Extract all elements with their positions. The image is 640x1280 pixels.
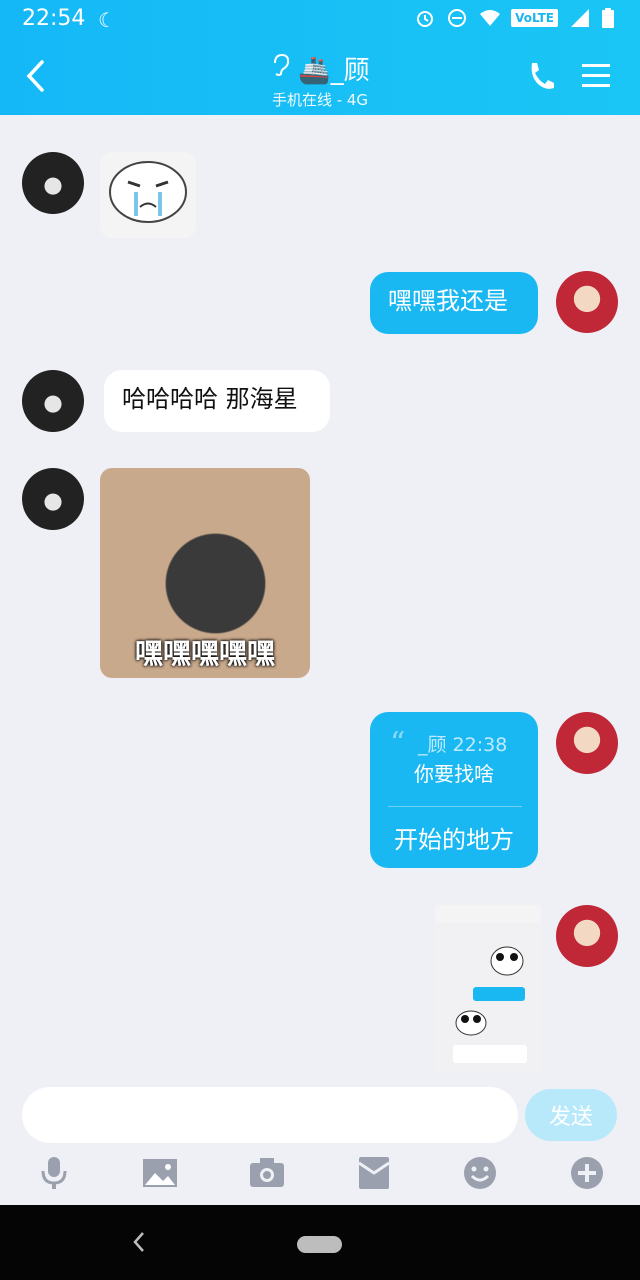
quoted-text: 你要找啥 [414, 762, 494, 786]
battery-icon [602, 8, 622, 28]
nav-back-icon[interactable] [130, 1229, 148, 1255]
status-time: 22:54 [22, 6, 86, 31]
crying-sticker[interactable] [100, 152, 196, 238]
online-status: 手机在线 - 4G [271, 91, 369, 109]
message-bubble[interactable]: 嘿嘿我还是 [370, 272, 538, 334]
camera-icon[interactable] [248, 1155, 286, 1191]
my-avatar[interactable] [556, 712, 618, 774]
contact-avatar[interactable] [22, 152, 84, 214]
contact-avatar[interactable] [22, 468, 84, 530]
moon-icon: ☾ [98, 8, 116, 32]
alarm-icon [415, 8, 435, 28]
signal-icon [570, 8, 590, 28]
quote-reply-bubble[interactable]: “ _顾 22:38 你要找啥 开始的地方 [370, 712, 538, 868]
message-text: 哈哈哈哈 那海星 [122, 385, 298, 413]
system-nav-bar [0, 1205, 640, 1280]
message-list[interactable]: 嘿嘿我还是 哈哈哈哈 那海星 嘿嘿嘿嘿嘿 “ _顾 22:38 你要找啥 开始的… [0, 115, 640, 1073]
menu-icon[interactable] [582, 62, 610, 88]
wifi-icon [479, 8, 501, 28]
my-avatar[interactable] [556, 905, 618, 967]
top-bar: 22:54 ☾ VoLTE 🚢_顾 手机在线 - 4G [0, 0, 640, 115]
chat-title[interactable]: 🚢_顾 [270, 50, 370, 87]
volte-badge: VoLTE [511, 9, 558, 27]
send-button[interactable]: 发送 [525, 1089, 617, 1141]
emoji-icon[interactable] [461, 1155, 499, 1191]
quote-icon: “ [390, 726, 406, 761]
ear-icon [270, 53, 292, 84]
message-text: 嘿嘿我还是 [388, 287, 508, 315]
phone-icon[interactable] [526, 60, 556, 92]
message-text: 开始的地方 [394, 826, 514, 854]
quote-author-time: _顾 22:38 [418, 734, 508, 756]
image-caption: 嘿嘿嘿嘿嘿 [134, 637, 275, 670]
contact-name: 🚢_顾 [298, 56, 370, 86]
nav-home-pill[interactable] [297, 1236, 342, 1253]
message-bubble[interactable]: 哈哈哈哈 那海星 [104, 370, 330, 432]
red-packet-icon[interactable] [355, 1155, 393, 1191]
screenshot-image[interactable] [435, 905, 541, 1073]
status-bar: 22:54 ☾ VoLTE [0, 0, 640, 40]
my-avatar[interactable] [556, 271, 618, 333]
contact-avatar[interactable] [22, 370, 84, 432]
status-icons: VoLTE [415, 8, 622, 28]
mic-icon[interactable] [35, 1155, 73, 1191]
dnd-icon [447, 8, 467, 28]
message-input[interactable] [22, 1087, 518, 1143]
plus-icon[interactable] [568, 1155, 606, 1191]
quote-divider [388, 806, 522, 807]
image-icon[interactable] [141, 1155, 179, 1191]
input-area: 发送 [0, 1073, 640, 1205]
husky-meme-image[interactable]: 嘿嘿嘿嘿嘿 [100, 468, 310, 678]
